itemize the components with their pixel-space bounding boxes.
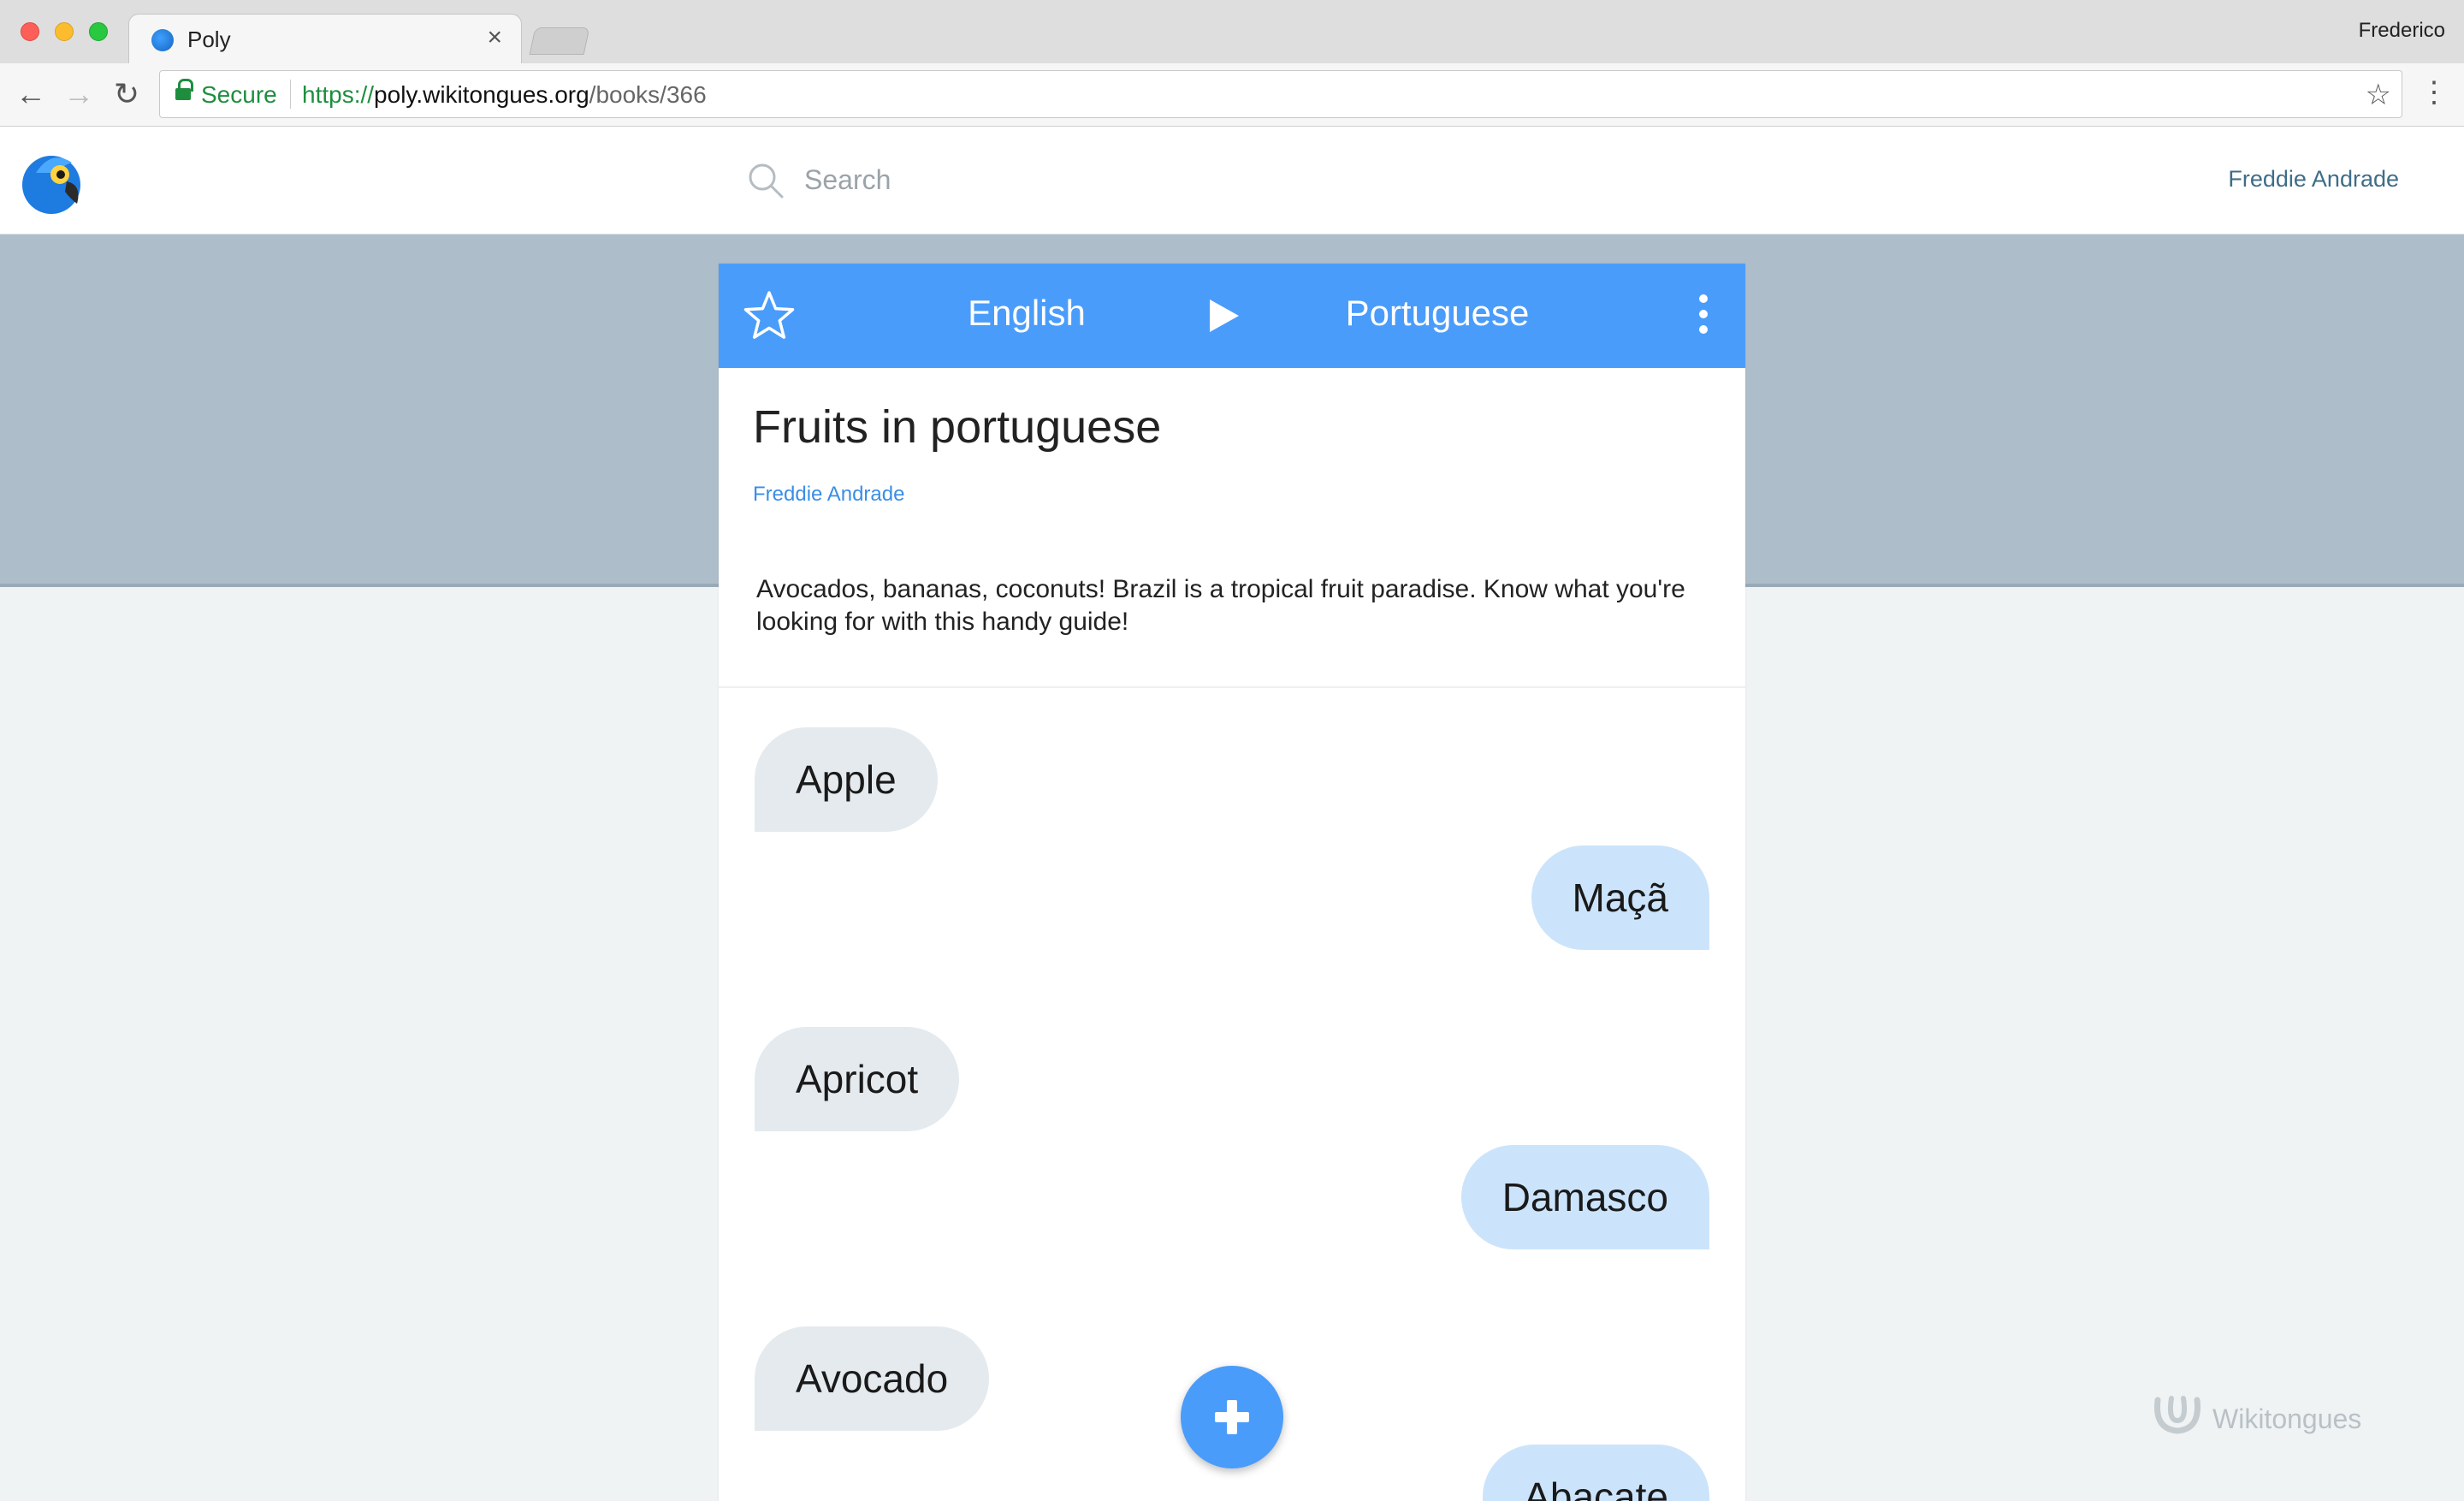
browser-tab[interactable]: Poly × <box>128 14 522 65</box>
url-text[interactable]: https://poly.wikitongues.org/books/366 <box>302 81 707 109</box>
book-description: Avocados, bananas, coconuts! Brazil is a… <box>756 575 1685 636</box>
new-tab-button[interactable] <box>529 27 590 55</box>
browser-toolbar: ← → ↻ Secure https://poly.wikitongues.or… <box>0 63 2464 127</box>
user-menu-link[interactable]: Freddie Andrade <box>2228 166 2399 193</box>
phrase-target-bubble[interactable]: Maçã <box>1531 845 1709 950</box>
app-header: Search Freddie Andrade <box>0 127 2464 234</box>
maximize-window-button[interactable] <box>89 22 108 41</box>
book-author-link[interactable]: Freddie Andrade <box>753 483 904 507</box>
browser-menu-icon[interactable]: ⋮ <box>2420 74 2449 111</box>
address-separator <box>290 80 291 109</box>
add-phrase-button[interactable] <box>1181 1366 1283 1468</box>
url-scheme: https:// <box>302 81 375 108</box>
url-path: /books/366 <box>589 81 707 108</box>
wikitongues-label: Wikitongues <box>2212 1403 2362 1434</box>
phrase-source-bubble[interactable]: Apple <box>755 727 938 832</box>
phrase-source-bubble[interactable]: Avocado <box>755 1326 990 1431</box>
close-tab-icon[interactable]: × <box>487 23 502 52</box>
close-window-button[interactable] <box>21 22 39 41</box>
url-host: poly.wikitongues.org <box>374 81 589 108</box>
address-bar[interactable]: Secure https://poly.wikitongues.org/book… <box>159 70 2402 118</box>
poly-parrot-logo-icon[interactable] <box>17 147 86 216</box>
phrasebook-card: English Portuguese Fruits in portuguese … <box>719 264 1745 1501</box>
bookmark-star-icon[interactable]: ☆ <box>2366 78 2391 112</box>
poly-favicon-icon <box>151 29 174 51</box>
minimize-window-button[interactable] <box>55 22 74 41</box>
book-title: Fruits in portuguese <box>753 401 1162 453</box>
reload-icon[interactable]: ↻ <box>108 75 145 113</box>
secure-label: Secure <box>201 81 277 108</box>
phrase-target-bubble[interactable]: Damasco <box>1460 1145 1709 1249</box>
language-bar: English Portuguese <box>719 264 1745 368</box>
more-options-icon[interactable] <box>1699 294 1709 337</box>
browser-profile-name[interactable]: Frederico <box>2359 19 2445 43</box>
source-language-label: English <box>968 293 1086 333</box>
wikitongues-logo-icon <box>2153 1396 2201 1434</box>
back-arrow-icon[interactable]: ← <box>12 75 50 113</box>
play-icon[interactable] <box>1210 300 1239 332</box>
phrase-source-bubble[interactable]: Apricot <box>755 1027 960 1131</box>
divider <box>719 686 1745 688</box>
browser-tab-strip: Poly × Frederico <box>0 0 2464 65</box>
target-language-label: Portuguese <box>1345 293 1530 333</box>
lock-icon <box>175 79 193 103</box>
search-icon[interactable] <box>748 163 784 199</box>
forward-arrow-icon[interactable]: → <box>60 75 98 113</box>
phrase-target-bubble[interactable]: Abacate <box>1483 1445 1709 1501</box>
tab-title: Poly <box>187 27 231 52</box>
favorite-star-icon[interactable] <box>743 289 796 342</box>
search-input[interactable]: Search <box>804 164 891 196</box>
